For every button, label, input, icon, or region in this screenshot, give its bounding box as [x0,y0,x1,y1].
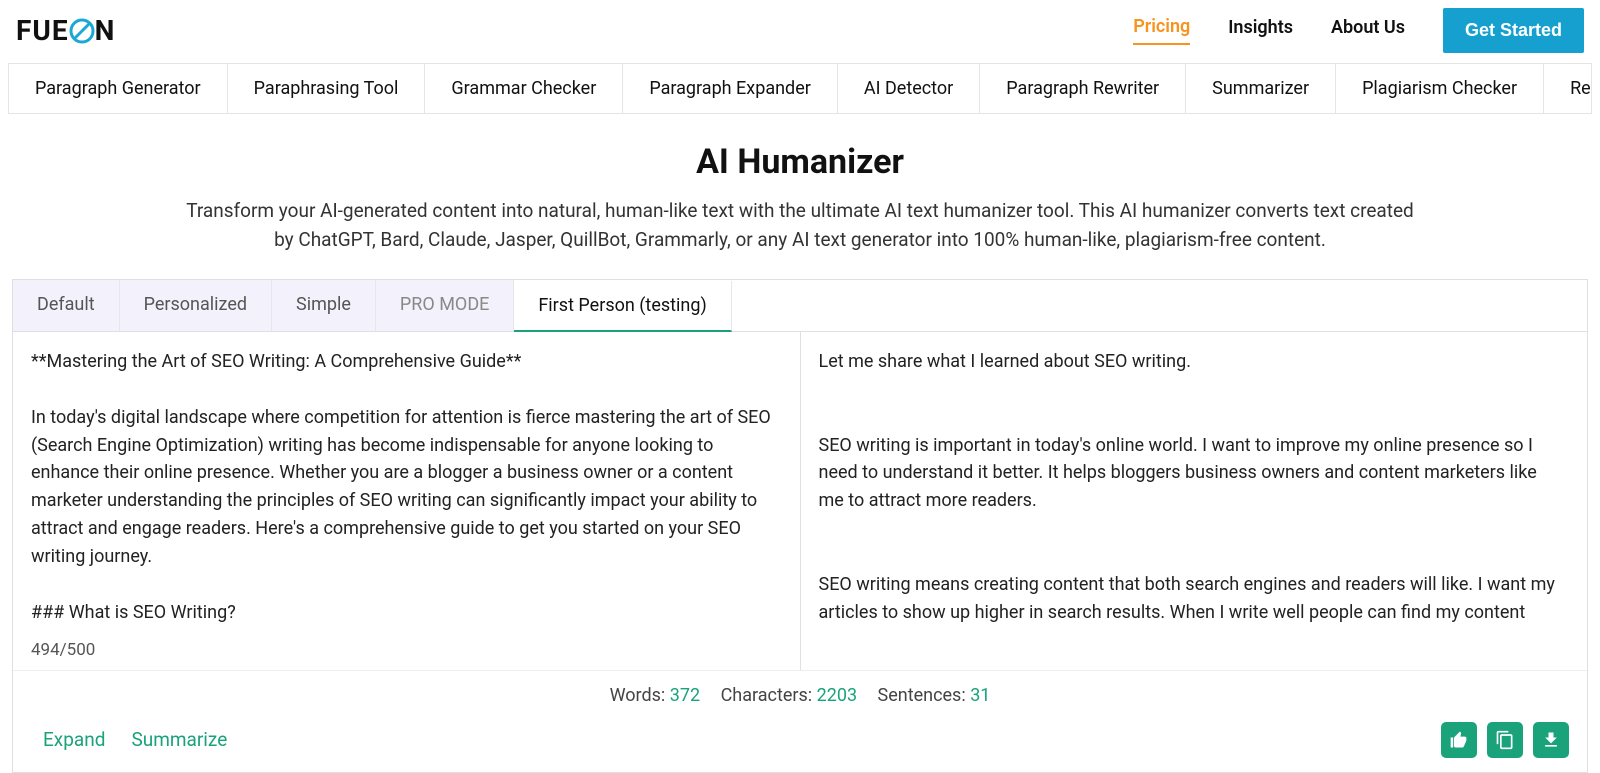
thumbs-up-icon [1449,730,1469,750]
download-icon [1541,730,1561,750]
stats-words-label: Words: [610,685,666,706]
nav-insights[interactable]: Insights [1228,17,1293,44]
editor-row: 494/500 [13,332,1587,670]
logo[interactable]: FUE N [16,14,115,47]
tools-toolbar: Paragraph Generator Paraphrasing Tool Gr… [8,63,1592,114]
thumbs-up-button[interactable] [1441,722,1477,758]
mode-personalized[interactable]: Personalized [120,280,272,331]
output-textarea[interactable] [801,332,1588,632]
tool-ai-detector[interactable]: AI Detector [838,64,980,113]
page-subtitle: Transform your AI-generated content into… [180,196,1420,255]
humanizer-panel: Default Personalized Simple PRO MODE Fir… [12,279,1588,773]
logo-text-post: N [95,14,116,47]
logo-o-icon [69,18,95,44]
stats-words-value: 372 [670,685,700,706]
page-title: AI Humanizer [0,142,1600,182]
icon-buttons [1441,722,1569,758]
action-links: Expand Summarize [43,728,227,751]
stats-chars-label: Characters: [721,685,813,706]
nav-pricing[interactable]: Pricing [1133,16,1190,45]
input-column: 494/500 [13,332,801,670]
tool-paraphrasing[interactable]: Paraphrasing Tool [228,64,426,113]
tool-paragraph-generator[interactable]: Paragraph Generator [9,64,228,113]
copy-icon [1495,730,1515,750]
mode-simple[interactable]: Simple [272,280,376,331]
stats-sent-value: 31 [970,685,990,706]
download-button[interactable] [1533,722,1569,758]
mode-first-person[interactable]: First Person (testing) [514,281,731,332]
tool-summarizer[interactable]: Summarizer [1186,64,1336,113]
tool-paragraph-expander[interactable]: Paragraph Expander [623,64,838,113]
mode-default[interactable]: Default [13,280,120,331]
tool-paragraph-rewriter[interactable]: Paragraph Rewriter [980,64,1186,113]
mode-pro[interactable]: PRO MODE [376,280,514,331]
mode-tabs: Default Personalized Simple PRO MODE Fir… [13,280,1587,332]
stats-chars-value: 2203 [817,685,857,706]
summarize-link[interactable]: Summarize [131,728,227,751]
expand-link[interactable]: Expand [43,728,105,751]
output-column [801,332,1588,670]
tool-readability[interactable]: Readabilit [1544,64,1592,113]
action-row: Expand Summarize [13,714,1587,772]
top-nav: Pricing Insights About Us Get Started [1133,8,1584,53]
input-textarea[interactable] [13,332,800,632]
stats-sent-label: Sentences: [878,685,966,706]
tool-plagiarism-checker[interactable]: Plagiarism Checker [1336,64,1544,113]
tool-grammar-checker[interactable]: Grammar Checker [425,64,623,113]
get-started-button[interactable]: Get Started [1443,8,1584,53]
logo-text-pre: FUE [16,14,69,47]
nav-about[interactable]: About Us [1331,17,1405,44]
input-counter: 494/500 [13,636,800,670]
stats-row: Words: 372 Characters: 2203 Sentences: 3… [13,670,1587,714]
copy-button[interactable] [1487,722,1523,758]
